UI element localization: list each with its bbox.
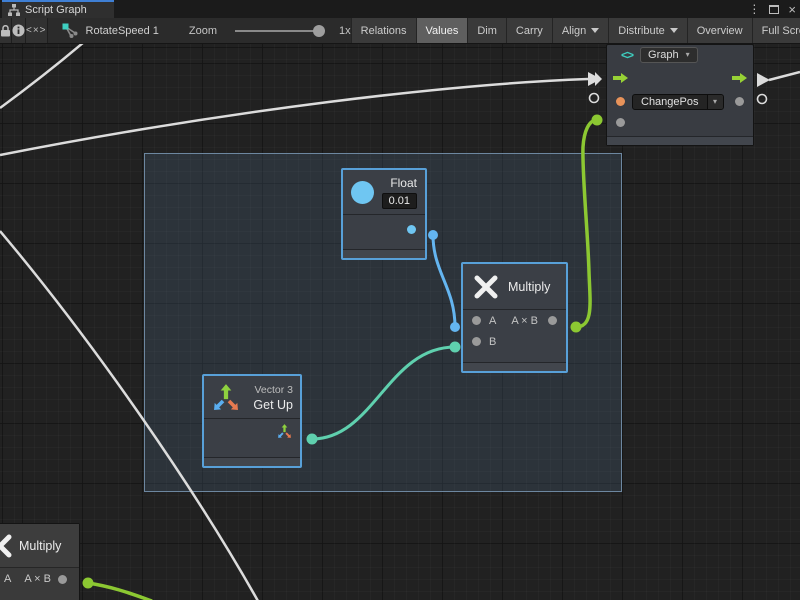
flow-in-arrow-icon[interactable] [613, 73, 628, 83]
wire-multiply2-offscreen [88, 583, 152, 600]
port-output[interactable] [735, 97, 744, 106]
node-title: Float [390, 176, 417, 190]
wire-white-to-graph-node [0, 79, 588, 155]
code-icon: <> [621, 48, 633, 62]
node-title: Multiply [19, 539, 61, 553]
api-icon: <×> [26, 25, 47, 36]
toolbar-button-distribute[interactable]: Distribute [608, 18, 686, 43]
unconnected-endpoint-left [590, 94, 599, 103]
port-float-output[interactable] [407, 225, 416, 234]
dropdown-caret-icon [670, 28, 678, 33]
toolbar-button-relations[interactable]: Relations [351, 18, 416, 43]
float-value-field[interactable]: 0.01 [382, 193, 417, 209]
graph-dropdown[interactable]: Graph ▾ [640, 47, 698, 63]
node-get-up[interactable]: Vector 3 Get Up [202, 374, 302, 468]
zoom-slider[interactable] [235, 30, 321, 32]
node-multiply-partial[interactable]: Multiply A A × B [0, 523, 80, 600]
info-icon [12, 24, 25, 37]
port-label: A [489, 315, 496, 327]
window-title: Script Graph [25, 4, 87, 16]
graph-breadcrumb[interactable]: RotateSpeed 1 [86, 25, 159, 37]
lock-button[interactable] [0, 18, 12, 43]
value-dropdown-changepos[interactable]: ChangePos ▾ [632, 94, 724, 110]
port-multiply-output[interactable] [58, 575, 67, 584]
lock-icon [0, 25, 11, 37]
port-label: A × B [511, 315, 538, 327]
wire-endpoint [83, 578, 94, 589]
node-title: Multiply [508, 280, 550, 294]
zoom-value: 1x [339, 25, 351, 37]
multiply-icon [473, 274, 499, 300]
graph-toolbar: <×> RotateSpeed 1 Zoom 1x Relations Valu… [0, 18, 800, 44]
wire-white-topleft [0, 44, 84, 108]
graph-canvas[interactable]: <> Graph ▾ ChangePos ▾ [0, 44, 800, 600]
node-title: Get Up [253, 398, 293, 412]
zoom-label: Zoom [189, 25, 217, 37]
info-button[interactable] [12, 18, 26, 43]
menu-icon[interactable]: ⋮ [748, 3, 760, 15]
caret-icon: ▾ [686, 51, 690, 59]
vector3-icon [210, 382, 242, 414]
port-label: B [489, 336, 496, 348]
node-footer [343, 249, 425, 258]
port-changepos-input[interactable] [616, 97, 625, 106]
flow-output-arrow [757, 73, 770, 87]
node-graph[interactable]: <> Graph ▾ ChangePos ▾ [606, 44, 754, 146]
port-label: A × B [24, 573, 51, 585]
node-multiply[interactable]: Multiply A A × B B [461, 262, 568, 373]
maximize-icon[interactable] [769, 5, 779, 14]
toolbar-button-carry[interactable]: Carry [506, 18, 552, 43]
wire-white-from-graph-node [769, 72, 800, 80]
node-float[interactable]: Float 0.01 [341, 168, 427, 260]
caret-icon: ▾ [713, 98, 717, 106]
float-type-icon [351, 181, 374, 204]
toolbar-button-dim[interactable]: Dim [467, 18, 506, 43]
port-multiply-a[interactable] [472, 316, 481, 325]
unconnected-endpoint-right [758, 95, 767, 104]
port-multiply-b[interactable] [472, 337, 481, 346]
script-graph-icon [8, 4, 20, 16]
toolbar-button-full-screen[interactable]: Full Screen [752, 18, 800, 43]
wire-endpoint [592, 115, 603, 126]
port-label: A [4, 573, 11, 585]
node-footer [463, 362, 566, 371]
graph-ref-icon [62, 23, 78, 38]
wire-arrowhead-into-graph-node [588, 72, 601, 86]
title-bar: Script Graph ⋮ × [0, 0, 800, 18]
zoom-slider-handle[interactable] [313, 25, 325, 37]
window-tab-script-graph[interactable]: Script Graph [2, 0, 114, 18]
node-footer [607, 136, 753, 145]
node-footer [204, 457, 300, 466]
dropdown-caret-icon [591, 28, 599, 33]
port-multiply-output[interactable] [548, 316, 557, 325]
close-icon[interactable]: × [788, 3, 796, 16]
toolbar-button-align[interactable]: Align [552, 18, 608, 43]
flow-input-arrow [595, 72, 602, 86]
toolbar-button-overview[interactable]: Overview [687, 18, 752, 43]
toolbar-button-values[interactable]: Values [416, 18, 468, 43]
flow-out-arrow-icon[interactable] [732, 73, 747, 83]
multiply-icon [0, 533, 13, 559]
port-vector3-output[interactable] [276, 423, 293, 440]
port-input-2[interactable] [616, 118, 625, 127]
node-type-label: Vector 3 [254, 384, 293, 396]
api-button[interactable]: <×> [26, 18, 48, 43]
